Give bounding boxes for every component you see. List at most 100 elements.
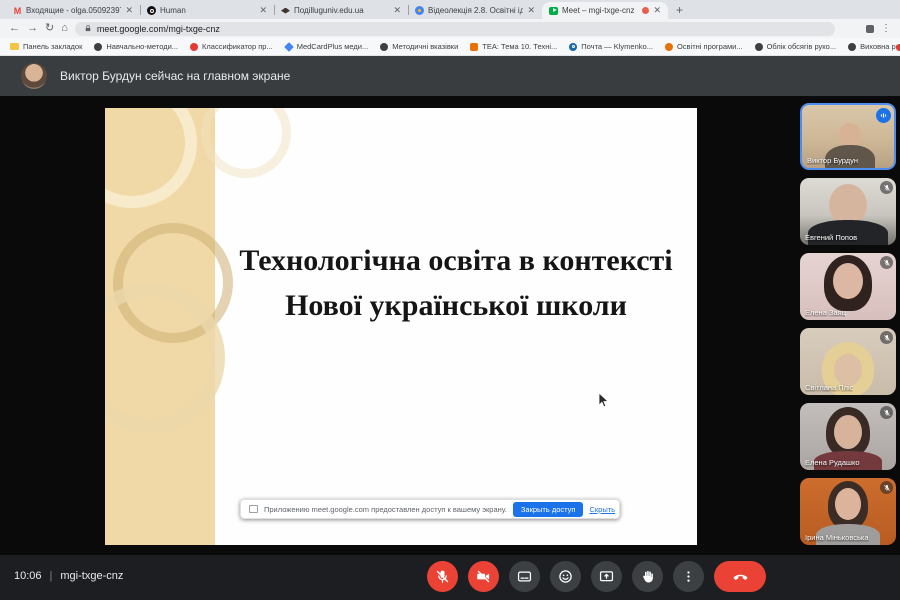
- close-icon[interactable]: ✕: [259, 6, 267, 15]
- mic-off-icon: [880, 331, 893, 344]
- browser-window: M Входящие - olga.0509239777@ ✕ Human ✕ …: [0, 0, 900, 600]
- graduation-cap-icon: [281, 6, 290, 15]
- extension-icon[interactable]: [866, 25, 874, 33]
- globe-icon: [94, 43, 102, 51]
- presenter-banner: Виктор Бурдун сейчас на главном экране: [0, 56, 900, 96]
- bookmark-item[interactable]: Виховна робота: [848, 42, 900, 51]
- browser-menu-icon[interactable]: ⋮: [881, 23, 891, 34]
- globe-icon: [848, 43, 856, 51]
- tab-meet-active[interactable]: Meet – mgi-txge-cnz ✕: [542, 2, 668, 19]
- bookmark-item[interactable]: Навчально-методи...: [94, 42, 178, 51]
- call-controls: [427, 561, 766, 592]
- mic-off-icon: [880, 406, 893, 419]
- screen-share-notice: Приложению meet.google.com предоставлен …: [240, 499, 620, 519]
- decorative-circle: [201, 108, 291, 178]
- tab-title: Подilluguniv.edu.ua: [294, 6, 389, 15]
- address-bar[interactable]: meet.google.com/mgi-txge-cnz: [75, 22, 835, 36]
- bookmark-overflow-icon: [896, 44, 900, 51]
- monitor-icon: [249, 505, 258, 513]
- audio-speaking-icon: [876, 108, 891, 123]
- tab-human[interactable]: Human ✕: [140, 2, 274, 19]
- bookmark-item[interactable]: Освітні програми...: [665, 42, 743, 51]
- browser-toolbar: ← → ↻ ⌂ meet.google.com/mgi-txge-cnz ⋮: [0, 19, 900, 38]
- participant-tile[interactable]: Ірина Міньковська: [800, 478, 896, 545]
- participant-name: Елена Рудашко: [805, 458, 860, 467]
- home-button[interactable]: ⌂: [61, 23, 68, 34]
- slide-side-panel: [105, 108, 215, 545]
- mouse-cursor-icon: [598, 392, 609, 409]
- participants-filmstrip: Виктор Бурдун Евгений Попов Елена Заяц: [795, 96, 900, 555]
- tab-university[interactable]: Подilluguniv.edu.ua ✕: [274, 2, 408, 19]
- decorative-circle: [105, 108, 197, 208]
- meet-icon: [549, 6, 558, 15]
- lock-icon: [84, 24, 92, 33]
- orange-circle-icon: [665, 43, 673, 51]
- gmail-icon: M: [13, 6, 22, 15]
- meeting-info: 10:06 | mgi-txge-cnz: [14, 570, 123, 582]
- bookmark-folder[interactable]: Панель закладок: [10, 42, 82, 51]
- clock-time: 10:06: [14, 570, 42, 582]
- participant-name: Елена Заяц: [805, 308, 846, 317]
- close-icon[interactable]: ✕: [393, 6, 401, 15]
- globe-icon: [755, 43, 763, 51]
- pin-icon: [415, 6, 424, 15]
- divider: |: [50, 570, 53, 582]
- meet-control-bar: 10:06 | mgi-txge-cnz: [0, 555, 900, 600]
- tab-title: Входящие - olga.0509239777@: [26, 6, 121, 15]
- slide-title: Технологічна освіта в контексті Нової ук…: [217, 238, 695, 328]
- presenter-banner-text: Виктор Бурдун сейчас на главном экране: [60, 69, 290, 83]
- bookmark-item[interactable]: ТЕА: Тема 10. Техні...: [470, 42, 557, 51]
- participant-tile[interactable]: Евгений Попов: [800, 178, 896, 245]
- raise-hand-button[interactable]: [632, 561, 663, 592]
- participant-tile[interactable]: Виктор Бурдун: [800, 103, 896, 170]
- tab-strip: M Входящие - olga.0509239777@ ✕ Human ✕ …: [0, 0, 900, 19]
- shared-screen-stage: Технологічна освіта в контексті Нової ук…: [0, 96, 900, 555]
- tab-title: Meet – mgi-txge-cnz: [562, 6, 638, 15]
- bookmark-item[interactable]: MedCardPlus меди...: [285, 42, 369, 51]
- tab-title: Human: [160, 6, 255, 15]
- captions-button[interactable]: [509, 561, 540, 592]
- reload-button[interactable]: ↻: [45, 23, 54, 34]
- participant-tile[interactable]: Елена Рудашко: [800, 403, 896, 470]
- blue-diamond-icon: [284, 42, 294, 52]
- orange-square-icon: [470, 43, 478, 51]
- bookmark-item[interactable]: Облік обсягів руко...: [755, 42, 837, 51]
- stop-sharing-button[interactable]: Закрыть доступ: [513, 502, 584, 517]
- bookmarks-bar: Панель закладок Навчально-методи... Клас…: [0, 38, 900, 56]
- back-button[interactable]: ←: [9, 23, 20, 34]
- tab-title: Відеолекція 2.8. Освітні ідеали: [428, 6, 523, 15]
- globe-icon: [380, 43, 388, 51]
- more-options-button[interactable]: [673, 561, 704, 592]
- presenter-avatar: [21, 63, 47, 89]
- hide-notice-link[interactable]: Скрыть: [589, 505, 615, 514]
- new-tab-button[interactable]: +: [676, 3, 683, 19]
- bookmark-item[interactable]: Методичні вказівки: [380, 42, 458, 51]
- mic-off-icon: [880, 256, 893, 269]
- tab-gmail[interactable]: M Входящие - olga.0509239777@ ✕: [6, 2, 140, 19]
- bookmark-item[interactable]: Почта — Klymenko...: [569, 42, 653, 51]
- reactions-button[interactable]: [550, 561, 581, 592]
- participant-name: Світлана Пліс: [805, 383, 853, 392]
- present-screen-button[interactable]: [591, 561, 622, 592]
- recording-dot-icon: [642, 7, 649, 14]
- mail-icon: [569, 43, 577, 51]
- close-icon[interactable]: ✕: [527, 6, 535, 15]
- url-text: meet.google.com/mgi-txge-cnz: [97, 24, 220, 34]
- presentation-slide: Технологічна освіта в контексті Нової ук…: [105, 108, 697, 545]
- participant-tile[interactable]: Світлана Пліс: [800, 328, 896, 395]
- mic-off-button[interactable]: [427, 561, 458, 592]
- red-circle-icon: [190, 43, 198, 51]
- participant-name: Виктор Бурдун: [807, 156, 858, 165]
- mic-off-icon: [880, 481, 893, 494]
- close-icon[interactable]: ✕: [653, 6, 661, 15]
- share-notice-text: Приложению meet.google.com предоставлен …: [264, 505, 507, 514]
- forward-button[interactable]: →: [27, 23, 38, 34]
- participant-name: Ірина Міньковська: [805, 533, 869, 542]
- end-call-button[interactable]: [714, 561, 766, 592]
- bookmark-item[interactable]: Классификатор пр...: [190, 42, 273, 51]
- camera-off-button[interactable]: [468, 561, 499, 592]
- close-icon[interactable]: ✕: [125, 6, 133, 15]
- participant-tile[interactable]: Елена Заяц: [800, 253, 896, 320]
- tab-video-lecture[interactable]: Відеолекція 2.8. Освітні ідеали ✕: [408, 2, 542, 19]
- folder-icon: [10, 43, 19, 50]
